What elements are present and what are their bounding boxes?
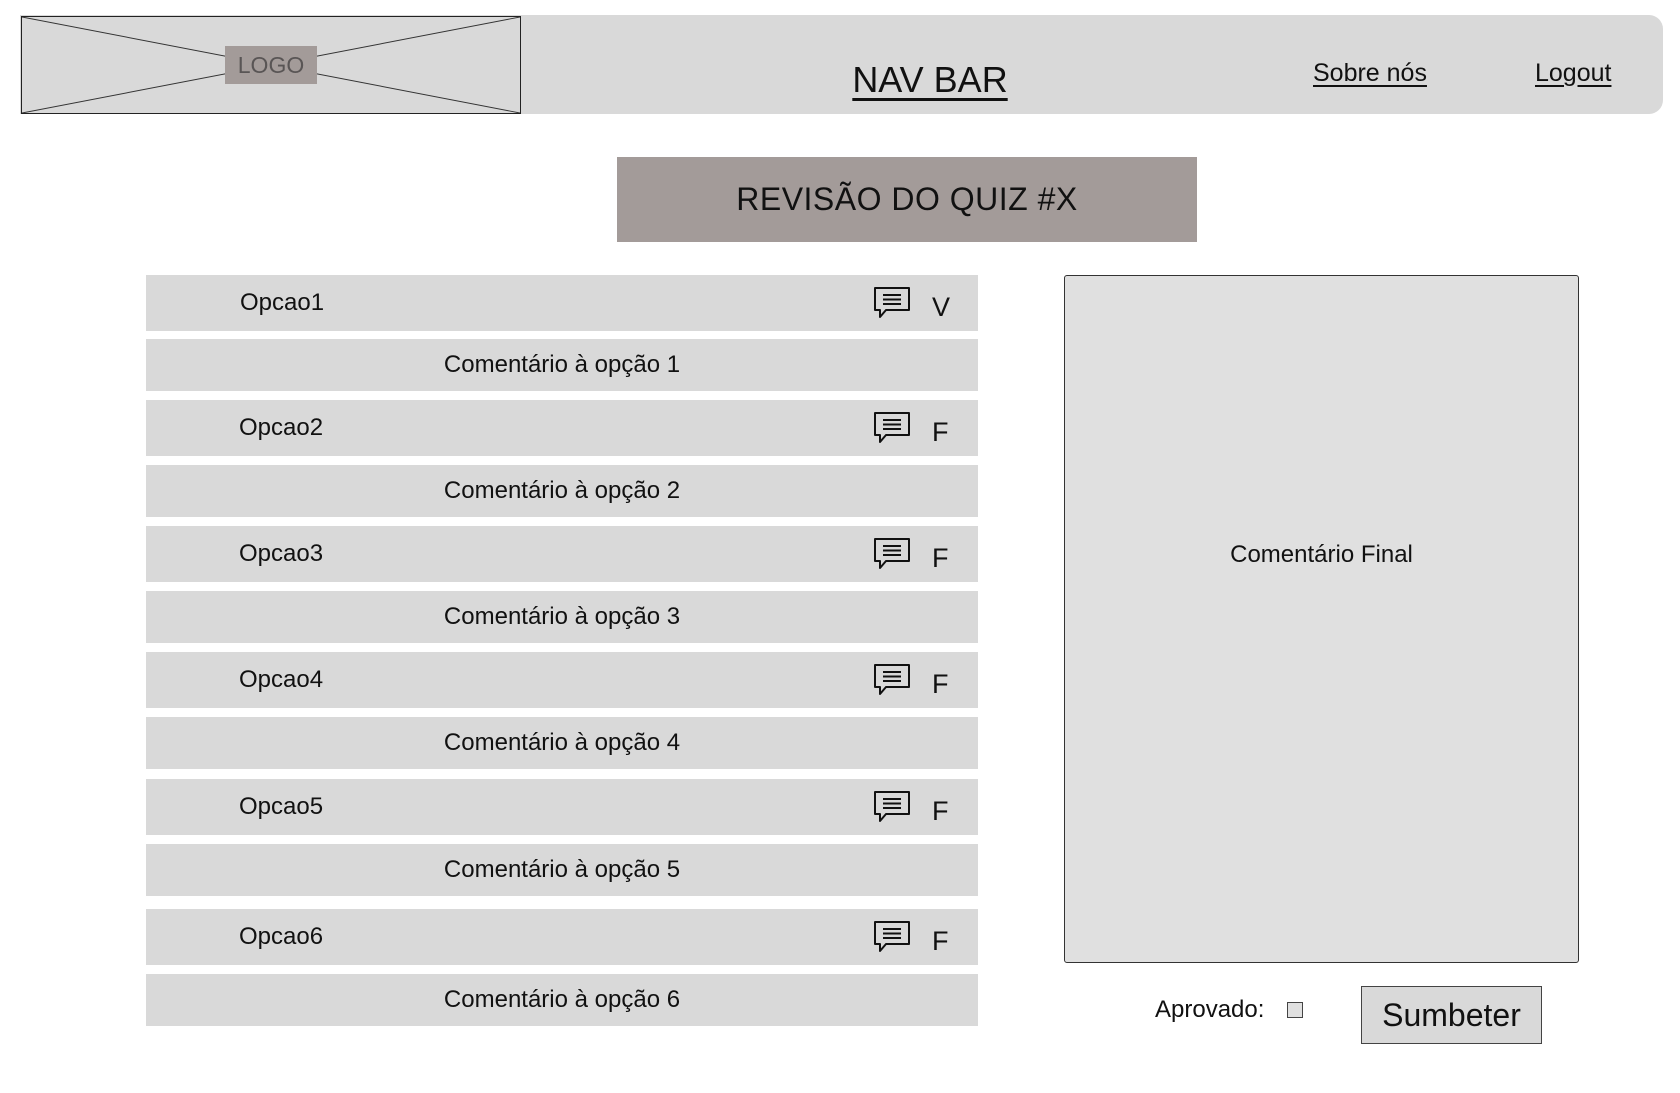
final-comment-label: Comentário Final (1230, 541, 1413, 568)
approved-checkbox[interactable] (1287, 1002, 1303, 1018)
option-comment-6[interactable]: Comentário à opção 6 (146, 974, 978, 1026)
option-value: V (932, 292, 951, 322)
option-row-2: Opcao2 F (146, 400, 978, 456)
page-title: REVISÃO DO QUIZ #X (617, 157, 1197, 242)
nav-bar-title: NAV BAR (852, 59, 1008, 100)
option-label: Opcao4 (239, 666, 324, 693)
option-comment-2[interactable]: Comentário à opção 2 (146, 465, 978, 517)
option-row-3: Opcao3 F (146, 526, 978, 582)
option-comment-5[interactable]: Comentário à opção 5 (146, 844, 978, 896)
option-label: Opcao3 (239, 540, 324, 567)
comment-icon[interactable] (872, 285, 912, 321)
option-label: Opcao5 (239, 793, 324, 820)
comment-icon[interactable] (872, 536, 912, 572)
option-row-5: Opcao5 F (146, 779, 978, 835)
option-comment-4[interactable]: Comentário à opção 4 (146, 717, 978, 769)
submit-button[interactable]: Sumbeter (1361, 986, 1542, 1044)
approved-label: Aprovado: (1155, 996, 1265, 1023)
comment-icon[interactable] (872, 919, 912, 955)
logout-link[interactable]: Logout (1535, 59, 1611, 88)
option-label: Opcao6 (239, 923, 324, 950)
comment-icon[interactable] (872, 789, 912, 825)
option-comment-3[interactable]: Comentário à opção 3 (146, 591, 978, 643)
option-value: F (932, 543, 949, 573)
option-label: Opcao2 (239, 414, 324, 441)
logo-label: LOGO (225, 46, 317, 84)
comment-icon[interactable] (872, 662, 912, 698)
option-row-6: Opcao6 F (146, 909, 978, 965)
option-value: F (932, 417, 949, 447)
option-value: F (932, 796, 949, 826)
about-link[interactable]: Sobre nós (1313, 59, 1427, 88)
option-row-1: Opcao1 V (146, 275, 978, 331)
comment-icon[interactable] (872, 410, 912, 446)
option-value: F (932, 669, 949, 699)
option-row-4: Opcao4 F (146, 652, 978, 708)
option-label: Opcao1 (240, 289, 325, 316)
logo-placeholder[interactable]: LOGO (21, 16, 521, 114)
option-comment-1[interactable]: Comentário à opção 1 (146, 339, 978, 391)
final-comment-box[interactable]: Comentário Final (1064, 275, 1579, 963)
option-value: F (932, 926, 949, 956)
